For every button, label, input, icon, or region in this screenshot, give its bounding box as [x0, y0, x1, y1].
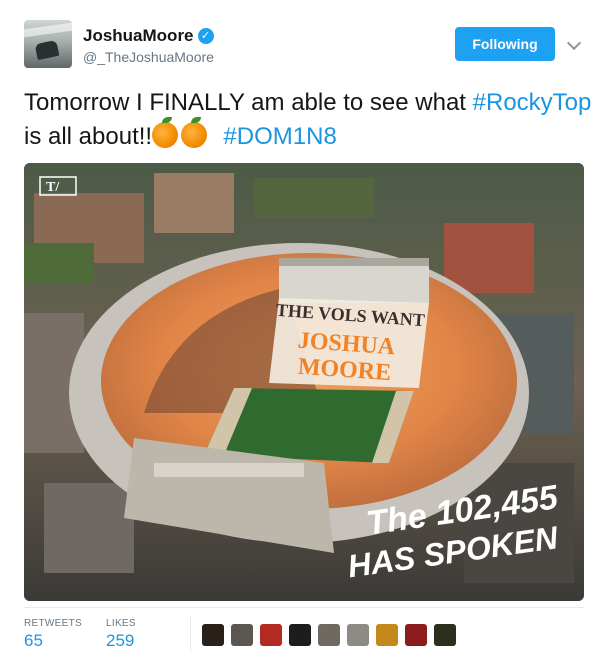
liker-avatar-1[interactable]: [202, 624, 224, 646]
liker-avatar-5[interactable]: [318, 624, 340, 646]
tweet-media-image[interactable]: THE VOLS WANT JOSHUA MOORE T/ The 102,45…: [24, 163, 584, 601]
retweets-count[interactable]: 65: [24, 631, 82, 651]
author-avatar[interactable]: [24, 20, 72, 68]
liker-avatar-7[interactable]: [376, 624, 398, 646]
author-handle[interactable]: @_TheJoshuaMoore: [83, 48, 214, 66]
liker-avatar-8[interactable]: [405, 624, 427, 646]
orange-emoji-icon: [152, 117, 179, 148]
tweet-text: Tomorrow I FINALLY am able to see what #…: [24, 86, 594, 154]
avatar-figure: [34, 39, 60, 61]
liker-avatar-3[interactable]: [260, 624, 282, 646]
liker-avatar-4[interactable]: [289, 624, 311, 646]
tweet-text-segment: Tomorrow I FINALLY am able to see what: [24, 89, 473, 116]
stadium-photo: THE VOLS WANT JOSHUA MOORE T/ The 102,45…: [24, 163, 584, 601]
likes-stat[interactable]: LIKES 259: [106, 618, 136, 651]
likes-label: LIKES: [106, 618, 136, 629]
liker-avatar-2[interactable]: [231, 624, 253, 646]
tweet-header: JoshuaMoore ✓ @_TheJoshuaMoore Following: [24, 20, 591, 70]
tweet-text-spacer: [210, 123, 223, 150]
tweet-stats: RETWEETS 65 LIKES 259: [24, 607, 584, 660]
verified-badge-icon: ✓: [197, 28, 214, 44]
retweets-stat[interactable]: RETWEETS 65: [24, 618, 82, 651]
chevron-down-icon[interactable]: [566, 35, 582, 51]
avatar-banner: [24, 22, 72, 38]
liker-avatar-9[interactable]: [434, 624, 456, 646]
hashtag-rockytop[interactable]: #RockyTop: [473, 89, 592, 116]
likes-count[interactable]: 259: [106, 631, 136, 651]
author-display-name[interactable]: JoshuaMoore: [83, 26, 194, 46]
stats-divider: [190, 616, 191, 652]
author-name-block[interactable]: JoshuaMoore ✓ @_TheJoshuaMoore: [83, 26, 214, 66]
tweet-text-segment: is all about!!: [24, 123, 153, 150]
hashtag-dom1n8[interactable]: #DOM1N8: [223, 123, 336, 150]
orange-emoji-icon: [181, 117, 208, 148]
retweets-label: RETWEETS: [24, 618, 82, 629]
following-button[interactable]: Following: [455, 27, 555, 61]
media-logo: T/: [46, 180, 60, 195]
liker-avatar-6[interactable]: [347, 624, 369, 646]
